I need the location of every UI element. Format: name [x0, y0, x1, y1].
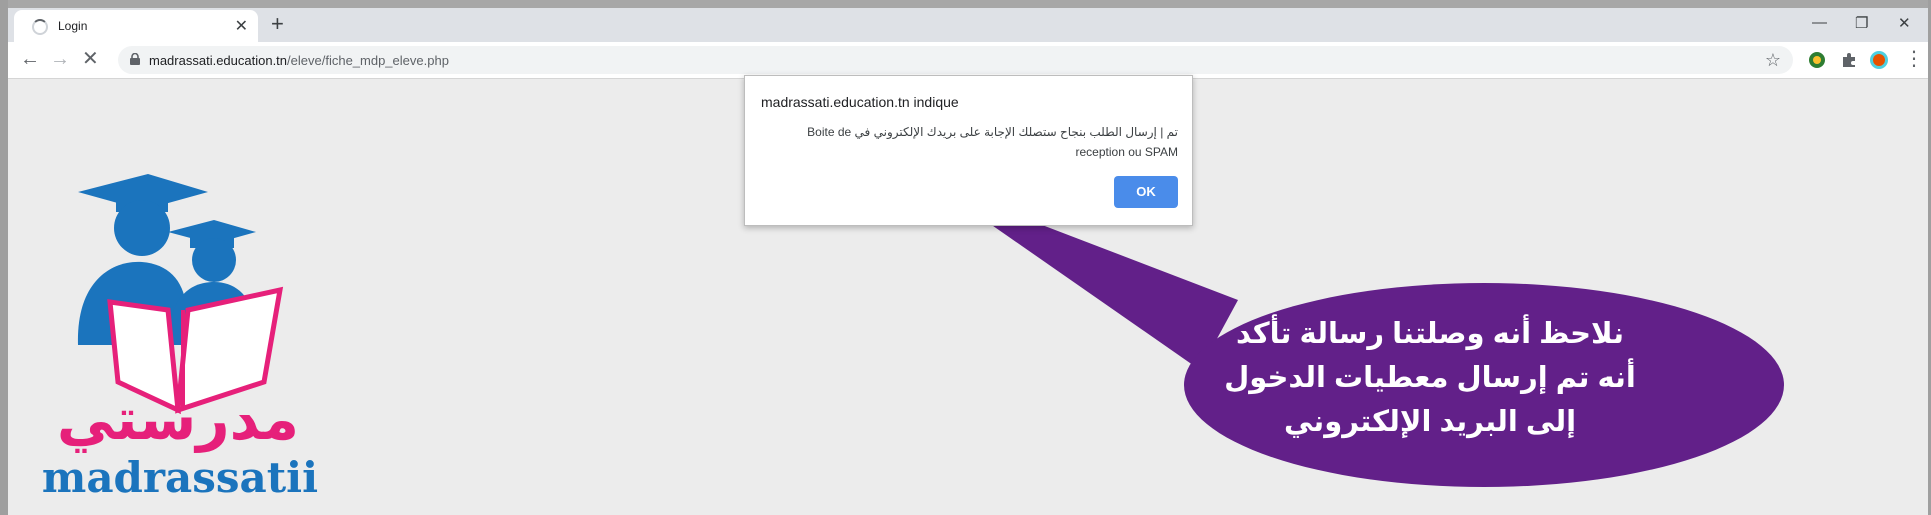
callout-text: نلاحظ أنه وصلتنا رسالة تأكد أنه تم إرسال…	[1224, 318, 1636, 438]
dialog-message: تم | إرسال الطلب بنجاح ستصلك الإجابة على…	[807, 125, 1178, 159]
ok-button[interactable]: OK	[1114, 176, 1178, 208]
alert-dialog: madrassati.education.tn indique تم | إرس…	[744, 75, 1193, 226]
dialog-header: madrassati.education.tn indique	[761, 94, 959, 110]
